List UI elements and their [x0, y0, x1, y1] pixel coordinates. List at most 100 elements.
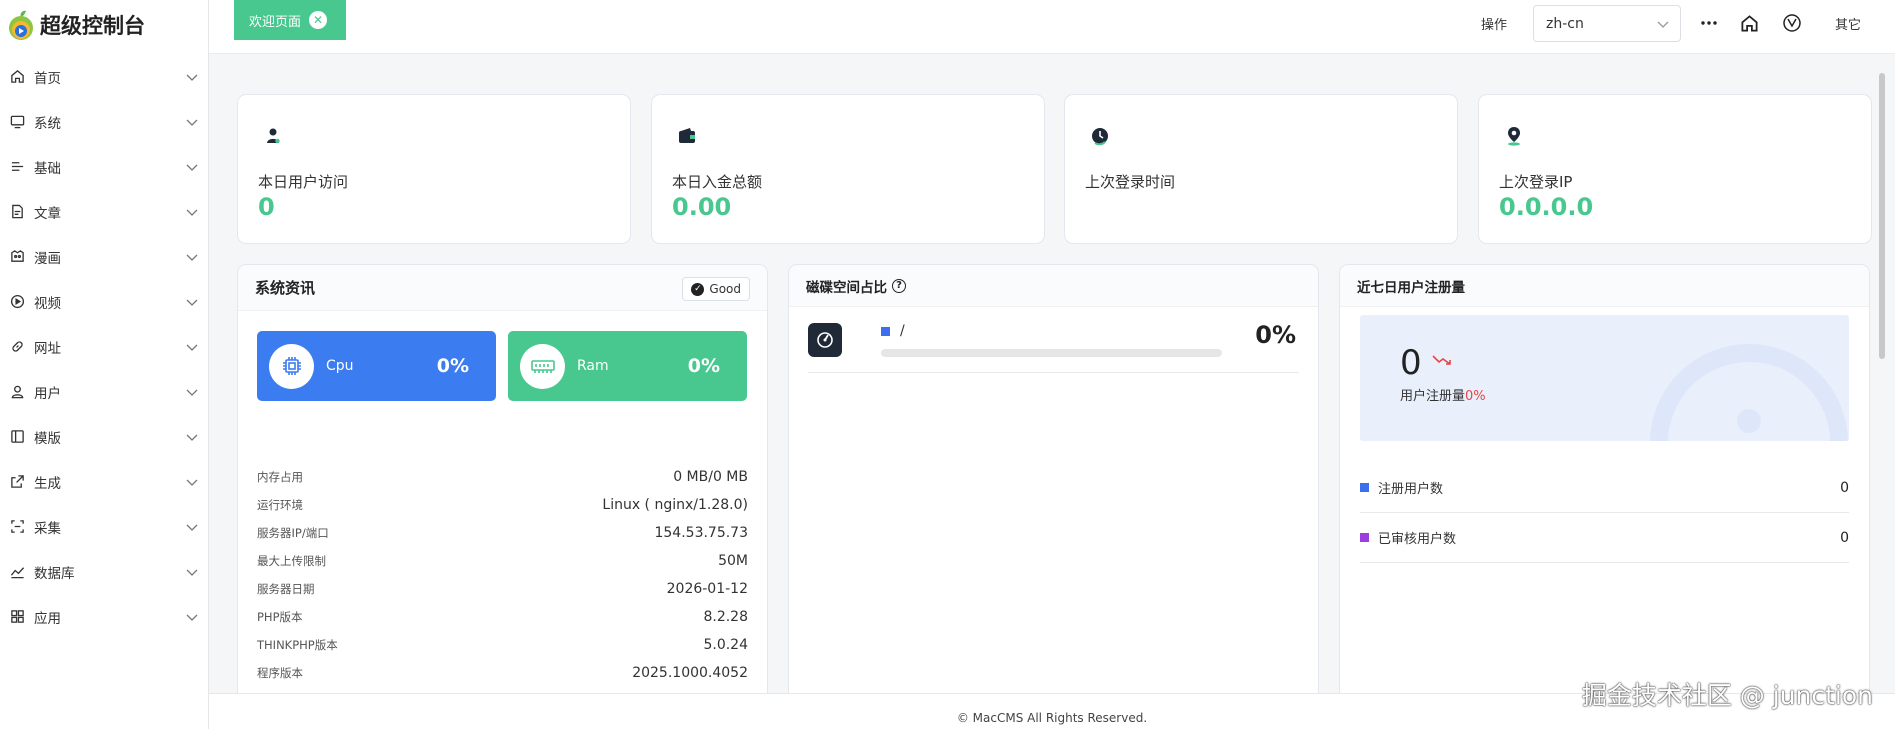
cpu-percent: 0%: [436, 355, 469, 377]
generate-icon: [9, 474, 25, 490]
row-label: 已审核用户数: [1378, 532, 1457, 547]
template-icon: [9, 429, 25, 445]
ram-percent: 0%: [687, 355, 720, 377]
sidebar-item-article[interactable]: 文章: [0, 189, 209, 234]
info-key: 服务器日期: [257, 582, 315, 596]
close-icon[interactable]: ✕: [309, 11, 328, 29]
sidebar-item-user[interactable]: 用户: [0, 369, 209, 414]
cpu-label: Cpu: [326, 358, 354, 374]
sidebar-item-home[interactable]: 首页: [0, 54, 209, 99]
chevron-down-icon: [186, 479, 198, 486]
registered-users-row: 注册用户数 0: [1360, 463, 1849, 513]
info-row: 内存占用 0 MB/0 MB: [257, 463, 748, 491]
system-info-table: 内存占用 0 MB/0 MB 运行环境 Linux ( nginx/1.28.0) …: [257, 463, 748, 687]
list-icon: [9, 159, 25, 175]
panel-title: 磁碟空间占比: [806, 279, 887, 296]
logo[interactable]: 超级控制台: [6, 6, 145, 44]
sidebar-item-label: 文章: [34, 205, 61, 222]
sidebar-item-label: 数据库: [34, 565, 75, 582]
disk-percent: 0%: [1255, 321, 1296, 349]
sidebar-item-label: 模版: [34, 430, 61, 447]
info-value: 8.2.28: [703, 609, 748, 625]
info-value: 154.53.75.73: [654, 525, 748, 541]
language-select-value: zh-cn: [1546, 15, 1584, 32]
chevron-down-icon: [186, 524, 198, 531]
disk-progress-bar: [881, 349, 1222, 357]
row-value: 0: [1840, 529, 1849, 546]
chart-line-icon: [9, 564, 25, 580]
stat-card-last-login-time: 上次登录时间: [1064, 94, 1458, 244]
info-key: 程序版本: [257, 666, 303, 680]
apps-icon: [9, 609, 25, 625]
sidebar-item-database[interactable]: 数据库: [0, 549, 209, 594]
info-row: 运行环境 Linux ( nginx/1.28.0): [257, 491, 748, 519]
sidebar-item-collect[interactable]: 采集: [0, 504, 209, 549]
link-icon: [9, 339, 25, 355]
help-icon[interactable]: ?: [892, 278, 906, 293]
chevron-down-icon: [186, 74, 198, 81]
registration-label: 用户注册量0%: [1400, 385, 1486, 404]
info-row: 最大上传限制 50M: [257, 547, 748, 575]
tab-welcome[interactable]: 欢迎页面 ✕: [234, 0, 346, 40]
sidebar-item-url[interactable]: 网址: [0, 324, 209, 369]
user-icon: [9, 384, 25, 400]
gauge-illustration: [1650, 344, 1848, 441]
chevron-down-icon: [186, 344, 198, 351]
sidebar-item-label: 漫画: [34, 250, 61, 267]
disk-row: / 0%: [808, 321, 1299, 373]
stat-label: 本日用户访问: [258, 173, 349, 191]
top-header: 欢迎页面 ✕ 操作 zh-cn 其它: [209, 0, 1895, 54]
stat-label: 本日入金总额: [672, 173, 763, 191]
scrollbar-thumb[interactable]: [1879, 73, 1885, 359]
vue-icon[interactable]: [1781, 12, 1803, 34]
info-row: THINKPHP版本 5.0.24: [257, 631, 748, 659]
sidebar-item-apps[interactable]: 应用: [0, 594, 209, 639]
registration-summary: 0 用户注册量0%: [1360, 315, 1849, 441]
panel-header: 磁碟空间占比 ?: [789, 265, 1318, 307]
sidebar-item-generate[interactable]: 生成: [0, 459, 209, 504]
comic-icon: [9, 249, 25, 265]
sidebar: 超级控制台 首页 系统 基础 文章 漫画 视频 网址 用户 模版 生成 采集 数…: [0, 0, 209, 729]
info-key: 最大上传限制: [257, 554, 326, 568]
stat-label: 上次登录IP: [1499, 173, 1573, 191]
chevron-down-icon: [186, 164, 198, 171]
sidebar-item-system[interactable]: 系统: [0, 99, 209, 144]
sidebar-item-video[interactable]: 视频: [0, 279, 209, 324]
sidebar-item-label: 用户: [34, 385, 61, 402]
registration-label-text: 用户注册量: [1400, 389, 1466, 404]
wallet-icon: [672, 121, 702, 151]
sidebar-item-comic[interactable]: 漫画: [0, 234, 209, 279]
disk-path: /: [900, 323, 905, 339]
other-menu[interactable]: 其它: [1835, 14, 1861, 33]
chevron-down-icon: [186, 299, 198, 306]
sidebar-item-label: 视频: [34, 295, 61, 312]
panel-title: 系统资讯: [255, 279, 316, 297]
disk-legend: /: [881, 323, 905, 339]
row-label: 注册用户数: [1378, 482, 1444, 497]
stat-label: 上次登录时间: [1085, 173, 1176, 191]
article-icon: [9, 204, 25, 220]
info-row: PHP版本 8.2.28: [257, 603, 748, 631]
disk-icon: [808, 323, 842, 357]
chevron-down-icon: [186, 119, 198, 126]
sidebar-item-label: 采集: [34, 520, 61, 537]
row-value: 0: [1840, 479, 1849, 496]
sidebar-item-label: 应用: [34, 610, 61, 627]
app-title: 超级控制台: [40, 14, 145, 38]
chevron-down-icon: [186, 209, 198, 216]
language-select[interactable]: zh-cn: [1533, 5, 1681, 42]
sidebar-menu: 首页 系统 基础 文章 漫画 视频 网址 用户 模版 生成 采集 数据库 应用: [0, 54, 209, 639]
info-row: 服务器IP/端口 154.53.75.73: [257, 519, 748, 547]
sidebar-item-label: 首页: [34, 70, 61, 87]
info-key: 运行环境: [257, 498, 303, 512]
operations-menu[interactable]: 操作: [1481, 14, 1507, 33]
watermark: 掘金技术社区 @ junction: [1581, 681, 1873, 710]
system-info-panel: 系统资讯 ✓ Good Cpu 0% Ram 0% 内存占用 0 MB/0 MB …: [237, 264, 768, 704]
user-icon: [258, 121, 288, 151]
more-icon[interactable]: [1698, 12, 1720, 34]
sidebar-item-basic[interactable]: 基础: [0, 144, 209, 189]
info-row: 服务器日期 2026-01-12: [257, 575, 748, 603]
sidebar-item-template[interactable]: 模版: [0, 414, 209, 459]
home-icon[interactable]: [1738, 12, 1760, 34]
page-scrollbar[interactable]: [1876, 54, 1888, 693]
